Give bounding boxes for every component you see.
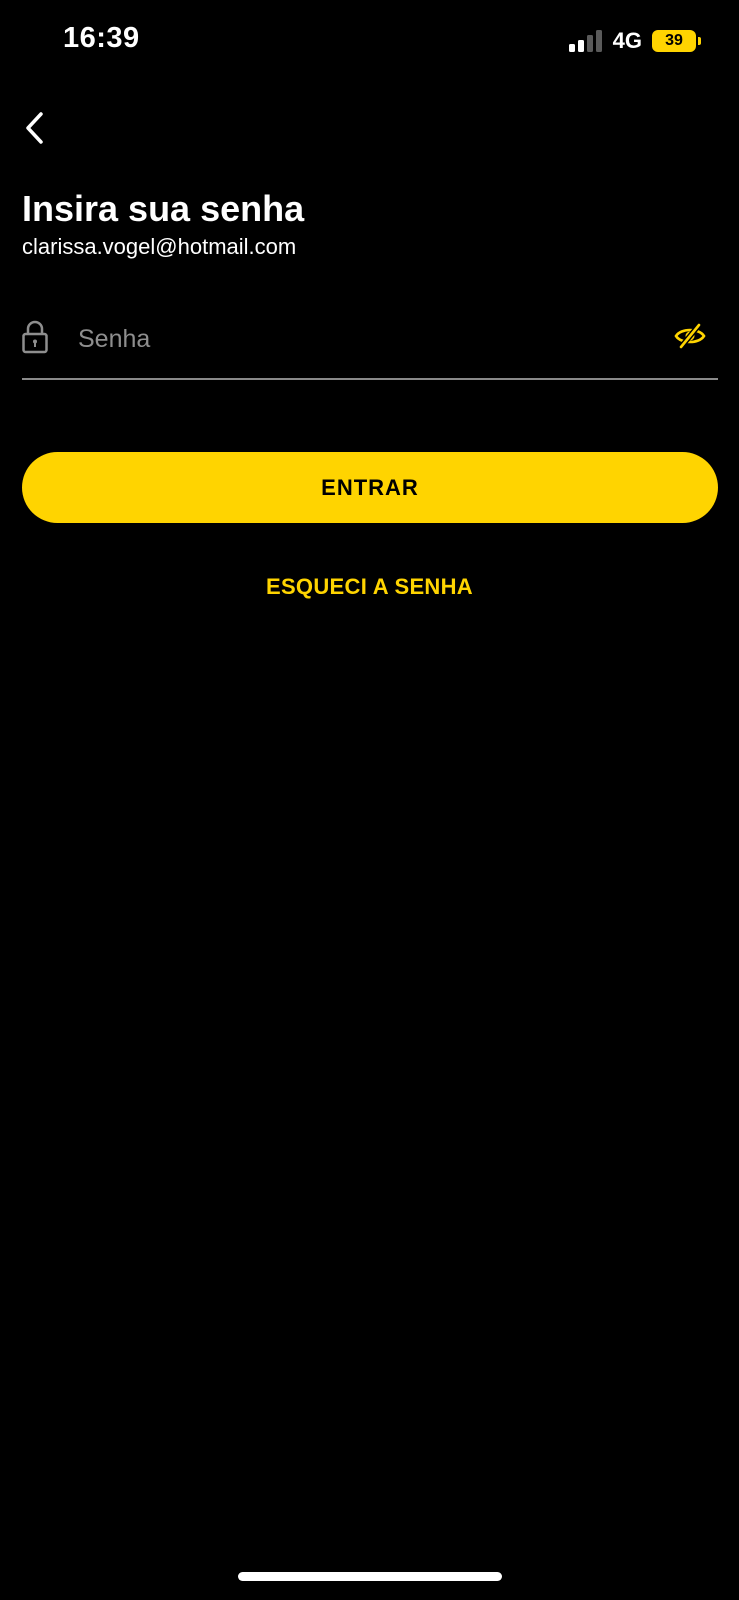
- enter-button[interactable]: ENTRAR: [22, 452, 718, 523]
- password-field: [22, 306, 718, 380]
- battery-icon: 39: [652, 30, 701, 52]
- forgot-password-link[interactable]: ESQUECI A SENHA: [0, 574, 739, 600]
- eye-slash-icon[interactable]: [674, 322, 706, 350]
- page-title: Insira sua senha: [22, 188, 305, 229]
- battery-level: 39: [652, 30, 696, 52]
- account-email: clarissa.vogel@hotmail.com: [22, 234, 297, 259]
- status-bar: 16:39 4G 39: [0, 0, 739, 84]
- chevron-left-icon: [26, 112, 43, 144]
- back-button[interactable]: [14, 106, 54, 150]
- home-indicator[interactable]: [238, 1572, 502, 1581]
- lock-icon: [22, 320, 48, 354]
- signal-strength-icon: [568, 30, 603, 52]
- password-input[interactable]: [78, 314, 638, 364]
- network-type: 4G: [612, 28, 642, 53]
- status-time: 16:39: [63, 22, 140, 54]
- status-indicators: 4G 39: [568, 26, 701, 56]
